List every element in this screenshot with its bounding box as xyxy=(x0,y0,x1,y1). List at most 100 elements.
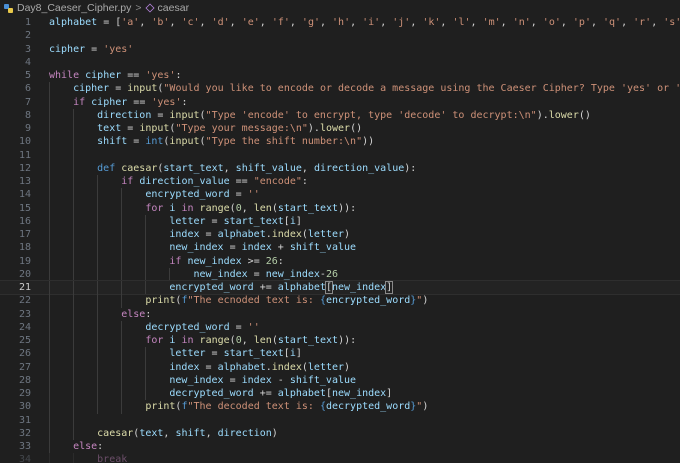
code-text: for i in range(0, len(start_text)): xyxy=(145,202,356,215)
code-text: letter = start_text[i] xyxy=(169,347,302,360)
code-line[interactable]: 1 alphabet = ['a', 'b', 'c', 'd', 'e', 'f… xyxy=(0,16,680,29)
code-token: : xyxy=(175,70,182,81)
indent-guide xyxy=(145,241,147,255)
line-number: 30 xyxy=(18,401,31,413)
code-line[interactable]: 27 index = alphabet.index(letter) xyxy=(0,360,680,374)
code-line[interactable]: 12 def caesar(start_text, shift_value, di… xyxy=(0,161,680,175)
code-token: , xyxy=(199,17,212,28)
code-line[interactable]: 26 letter = start_text[i] xyxy=(0,347,680,361)
code-line[interactable]: 19 if new_index >= 26: xyxy=(0,254,680,268)
indent-guide xyxy=(121,347,123,361)
code-line[interactable]: 6 cipher = input("Would you like to encod… xyxy=(0,82,680,96)
code-editor[interactable]: Day8_Caeser_Cipher.py > caesar 1 alphabet… xyxy=(0,0,680,463)
indent-guide xyxy=(49,201,50,215)
code-token: = xyxy=(121,123,140,134)
code-token: += xyxy=(253,388,278,399)
code-token: , xyxy=(301,162,314,174)
code-line[interactable]: 3 cipher = 'yes' xyxy=(0,43,680,56)
code-token: ) xyxy=(422,295,429,307)
code-line[interactable]: 8 direction = input("Type 'encode' to enc… xyxy=(0,108,680,122)
code-line[interactable]: 18 new_index = index + shift_value xyxy=(0,241,680,255)
indent-guide xyxy=(97,214,99,228)
indent-guide xyxy=(73,214,75,228)
code-line[interactable]: 30 print(f"The decoded text is: {decrypte… xyxy=(0,400,680,414)
code-line[interactable]: 23 else: xyxy=(0,307,680,321)
code-line[interactable]: 14 encrypted_word = '' xyxy=(0,188,680,202)
breadcrumb-file[interactable]: Day8_Caeser_Cipher.py xyxy=(17,2,131,14)
code-text: if cipher == 'yes': xyxy=(73,96,187,109)
code-line[interactable]: 11 xyxy=(0,148,680,162)
code-token: '' xyxy=(247,321,260,333)
code-token: input xyxy=(127,83,158,95)
indent-guide xyxy=(97,228,99,242)
code-line[interactable]: 15 for i in range(0, len(start_text)): xyxy=(0,201,680,215)
indent-guide xyxy=(73,135,75,149)
code-line[interactable]: 5 while cipher == 'yes': xyxy=(0,69,680,82)
code-text: alphabet = ['a', 'b', 'c', 'd', 'e', 'f'… xyxy=(49,16,680,29)
code-text: encrypted_word += alphabet[new_index] xyxy=(169,281,394,294)
code-token: , xyxy=(289,17,302,28)
code-line[interactable]: 28 new_index = index - shift_value xyxy=(0,373,680,387)
indent-guide xyxy=(73,175,75,189)
code-line[interactable]: 29 decrypted_word += alphabet[new_index] xyxy=(0,387,680,401)
indent-guide xyxy=(145,347,147,361)
indent-guide xyxy=(97,281,99,295)
code-line[interactable]: 16 letter = start_text[i] xyxy=(0,214,680,228)
code-token: alphabet xyxy=(217,229,266,240)
code-token: print xyxy=(145,401,176,413)
indent-guide xyxy=(49,241,50,255)
line-number: 13 xyxy=(18,176,31,187)
code-token: encrypted_word xyxy=(169,282,254,293)
indent-guide xyxy=(73,161,75,175)
indent-guide xyxy=(145,267,147,281)
code-token: break xyxy=(97,454,128,463)
code-text: decrypted_word = '' xyxy=(145,321,259,334)
code-line[interactable]: 13 if direction_value == "encode": xyxy=(0,175,680,189)
code-area[interactable]: 1 alphabet = ['a', 'b', 'c', 'd', 'e', 'f… xyxy=(0,16,680,463)
indent-guide xyxy=(49,387,50,401)
code-token: range xyxy=(199,202,230,214)
code-line[interactable]: 34 break xyxy=(0,453,680,463)
code-line[interactable]: 20 new_index = new_index-26 xyxy=(0,267,680,281)
breadcrumb-separator: > xyxy=(135,2,142,14)
indent-guide xyxy=(97,400,99,414)
indent-guide xyxy=(49,440,50,454)
code-token: 'f' xyxy=(271,17,290,28)
code-text: new_index = index + shift_value xyxy=(169,241,356,254)
indent-guide xyxy=(73,400,75,414)
code-token: = xyxy=(85,43,104,55)
indent-guide xyxy=(145,228,147,242)
code-line[interactable]: 31 xyxy=(0,413,680,427)
line-number: 28 xyxy=(18,374,31,386)
code-token: , xyxy=(223,162,236,174)
code-text: print(f"The decoded text is: {decrypted_… xyxy=(145,400,428,413)
code-token: = xyxy=(151,109,170,121)
code-token: "The decoded text is: xyxy=(187,401,320,413)
indent-guide xyxy=(121,267,123,281)
line-number: 4 xyxy=(24,56,31,68)
code-line[interactable]: 33 else: xyxy=(0,440,680,454)
line-number: 12 xyxy=(18,162,31,174)
code-token: , xyxy=(560,17,573,28)
code-text: cipher = input("Would you like to encode… xyxy=(73,82,680,95)
code-line[interactable]: 22 print(f"The ecnoded text is: {encrypte… xyxy=(0,294,680,308)
code-line[interactable]: 10 shift = int(input("Type the shift numb… xyxy=(0,135,680,149)
code-line[interactable]: 17 index = alphabet.index(letter) xyxy=(0,228,680,242)
indent-guide xyxy=(49,307,50,321)
indent-guide xyxy=(145,281,147,295)
code-line[interactable]: 2 xyxy=(0,29,680,42)
code-line[interactable]: 25 for i in range(0, len(start_text)): xyxy=(0,334,680,348)
code-token: caesar xyxy=(97,427,134,439)
code-line[interactable]: 21 encrypted_word += alphabet[new_index] xyxy=(0,279,680,296)
indent-guide xyxy=(97,360,99,374)
code-token: decrypted_word xyxy=(169,388,254,399)
indent-guide xyxy=(73,281,75,295)
code-token: 'h' xyxy=(332,17,351,28)
code-line[interactable]: 24 decrypted_word = '' xyxy=(0,320,680,334)
code-token: = xyxy=(199,361,218,373)
breadcrumb-symbol[interactable]: caesar xyxy=(158,2,190,14)
code-line[interactable]: 9 text = input("Type your message:\n").lo… xyxy=(0,122,680,136)
code-line[interactable]: 7 if cipher == 'yes': xyxy=(0,95,680,109)
code-line[interactable]: 4 xyxy=(0,56,680,69)
code-line[interactable]: 32 caesar(text, shift, direction) xyxy=(0,426,680,440)
